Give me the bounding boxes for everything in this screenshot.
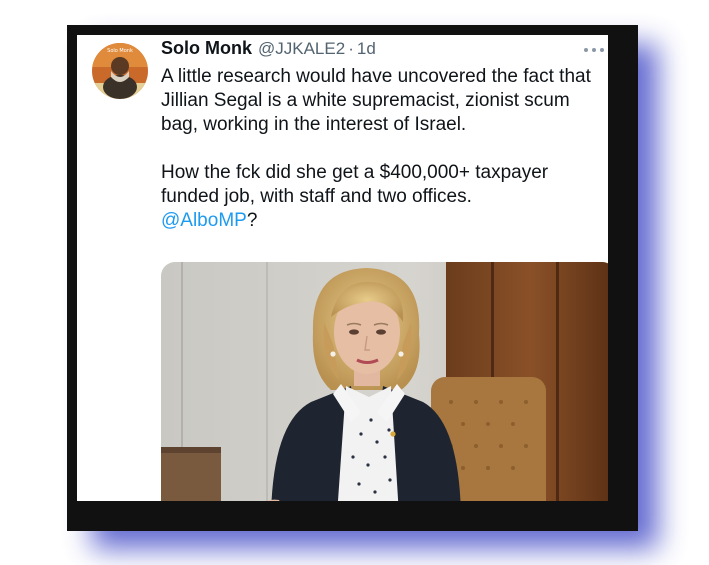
more-options-icon[interactable] [584,45,604,55]
tweet-photo[interactable] [161,262,608,501]
mention-link[interactable]: @AlboMP [161,210,247,231]
more-dot [592,48,596,52]
tweet-paragraph-1: A little research would have uncovered t… [161,66,591,135]
screenshot-stage: Solo Monk Solo Monk @JJKALE2 · 1d A litt… [0,0,709,565]
avatar-text: Solo Monk [107,48,133,54]
more-dot [584,48,588,52]
display-name[interactable]: Solo Monk [161,38,252,59]
tweet-card: Solo Monk Solo Monk @JJKALE2 · 1d A litt… [77,35,608,501]
timestamp[interactable]: 1d [357,39,376,59]
mention-suffix: ? [246,210,258,231]
user-handle[interactable]: @JJKALE2 [258,39,345,59]
tweet-text: A little research would have uncovered t… [161,65,601,233]
tweet-header: Solo Monk @JJKALE2 · 1d [161,38,376,64]
avatar[interactable]: Solo Monk [92,43,148,99]
tweet-paragraph-2-text: How the fck did she get a $400,000+ taxp… [161,162,549,207]
tweet-paragraph-2: How the fck did she get a $400,000+ taxp… [161,161,601,233]
more-dot [600,48,604,52]
separator-dot: · [348,39,354,58]
photo-image [161,262,608,501]
tweet-frame: Solo Monk Solo Monk @JJKALE2 · 1d A litt… [67,25,638,531]
avatar-image: Solo Monk [92,43,148,99]
